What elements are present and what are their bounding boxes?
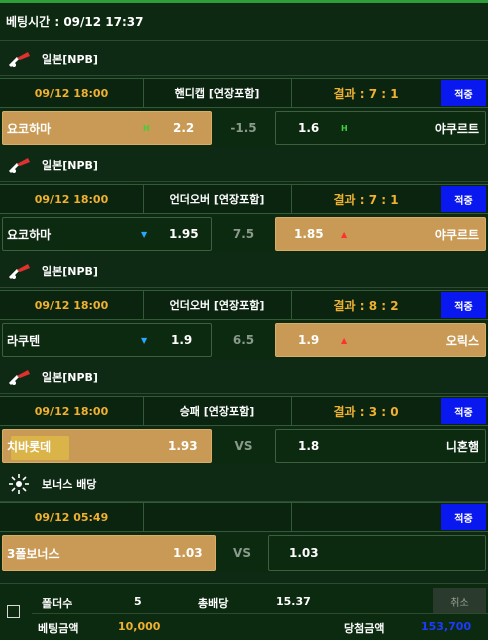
under-arrow-icon: ▼ xyxy=(141,229,148,239)
home-team: 요코하마 xyxy=(7,121,52,136)
total-line-value: 6.5 xyxy=(232,333,255,347)
league-name: 일본[NPB] xyxy=(42,370,98,384)
match-result: 결과 : 7 : 1 xyxy=(333,192,399,207)
league-name: 일본[NPB] xyxy=(42,264,98,278)
total-odds-value: 15.37 xyxy=(276,595,311,608)
hit-badge: 적중 xyxy=(441,80,486,106)
odds-row: 요코하마 H 2.2 -1.5 1.6 H 야쿠르트 xyxy=(0,109,488,147)
hit-badge: 적중 xyxy=(441,504,486,530)
japan-baseball-icon xyxy=(8,260,32,282)
bet-amount-value: 10,000 xyxy=(118,620,161,633)
japan-baseball-icon xyxy=(8,366,32,388)
away-team: 오릭스 xyxy=(445,333,479,348)
league-header: 일본[NPB] xyxy=(0,42,488,76)
vs-label: VS xyxy=(233,546,251,560)
league-name: 일본[NPB] xyxy=(42,52,98,66)
bonus-info-row: 09/12 05:49 적중 xyxy=(0,502,488,532)
bonus-right-button[interactable]: 1.03 xyxy=(268,535,486,571)
match-date: 09/12 18:00 xyxy=(34,298,109,312)
match-result: 결과 : 7 : 1 xyxy=(333,86,399,101)
total-line-value: 7.5 xyxy=(232,227,255,241)
bonus-date: 09/12 05:49 xyxy=(34,510,109,524)
bet-summary-footer: 폴더수 5 총배당 15.37 취소 베팅금액 10,000 당첨금액 153,… xyxy=(0,583,488,640)
match-date: 09/12 18:00 xyxy=(34,192,109,206)
bonus-header: 보너스 배당 xyxy=(0,466,488,502)
under-odds: 1.9 xyxy=(171,333,193,347)
away-odds: 1.6 xyxy=(298,121,320,135)
away-odds: 1.8 xyxy=(298,439,320,453)
home-odds: 2.2 xyxy=(173,121,195,135)
hit-badge: 적중 xyxy=(441,292,486,318)
over-odds-button[interactable]: 1.9 ▲ 오릭스 xyxy=(275,323,486,357)
handicap-icon: H xyxy=(341,123,348,133)
home-win-button[interactable]: 치바롯데 1.93 xyxy=(2,429,212,463)
select-checkbox[interactable] xyxy=(7,605,20,618)
win-amount-value: 153,700 xyxy=(421,620,472,633)
home-team: 라쿠텐 xyxy=(7,333,41,348)
folder-count-value: 5 xyxy=(134,595,142,608)
market-type: 승패 [연장포함] xyxy=(179,405,255,418)
away-team: 니혼햄 xyxy=(445,439,479,454)
bonus-odds-button[interactable]: 3폴보너스 1.03 xyxy=(2,535,216,571)
vs-label: VS xyxy=(234,439,253,453)
bonus-odds: 1.03 xyxy=(173,546,203,560)
under-odds: 1.95 xyxy=(169,227,199,241)
market-type: 핸디캡 [연장포함] xyxy=(174,87,260,100)
bonus-title: 보너스 배당 xyxy=(42,477,97,491)
japan-baseball-icon xyxy=(8,48,32,70)
odds-row: 요코하마 ▼ 1.95 7.5 1.85 ▲ 야쿠르트 xyxy=(0,215,488,253)
total-odds-label: 총배당 xyxy=(198,597,229,610)
bet-info-row: 09/12 18:00 언더오버 [연장포함] 결과 : 7 : 1 적중 xyxy=(0,184,488,214)
bet-info-row: 09/12 18:00 핸디캡 [연장포함] 결과 : 7 : 1 적중 xyxy=(0,78,488,108)
over-arrow-icon: ▲ xyxy=(341,335,348,345)
over-odds: 1.9 xyxy=(298,333,320,347)
bet-amount-label: 베팅금액 xyxy=(38,622,79,635)
league-header: 일본[NPB] xyxy=(0,360,488,394)
folder-count-label: 폴더수 xyxy=(42,597,73,610)
japan-baseball-icon xyxy=(8,154,32,176)
match-date: 09/12 18:00 xyxy=(34,86,109,100)
bet-info-row: 09/12 18:00 언더오버 [연장포함] 결과 : 8 : 2 적중 xyxy=(0,290,488,320)
away-team: 야쿠르트 xyxy=(434,121,479,136)
under-odds-button[interactable]: 요코하마 ▼ 1.95 xyxy=(2,217,212,251)
over-arrow-icon: ▲ xyxy=(341,229,348,239)
match-result: 결과 : 3 : 0 xyxy=(333,404,399,419)
home-team: 치바롯데 xyxy=(7,439,52,454)
bonus-odds-row: 3폴보너스 1.03 VS 1.03 xyxy=(0,533,488,573)
home-team: 요코하마 xyxy=(7,227,52,242)
match-result: 결과 : 8 : 2 xyxy=(333,298,399,313)
bonus-name: 3폴보너스 xyxy=(7,546,60,561)
cancel-button[interactable]: 취소 xyxy=(433,588,486,614)
bonus-right-odds: 1.03 xyxy=(289,546,319,560)
odds-row: 라쿠텐 ▼ 1.9 6.5 1.9 ▲ 오릭스 xyxy=(0,321,488,359)
handicap-icon: H xyxy=(143,123,150,133)
away-win-button[interactable]: 1.8 니혼햄 xyxy=(275,429,486,463)
league-header: 일본[NPB] xyxy=(0,148,488,182)
hit-badge: 적중 xyxy=(441,398,486,424)
hit-badge: 적중 xyxy=(441,186,486,212)
market-type: 언더오버 [연장포함] xyxy=(169,299,265,312)
home-odds-button[interactable]: 요코하마 H 2.2 xyxy=(2,111,212,145)
away-odds-button[interactable]: 1.6 H 야쿠르트 xyxy=(275,111,486,145)
home-odds: 1.93 xyxy=(168,439,198,453)
under-arrow-icon: ▼ xyxy=(141,335,148,345)
away-team: 야쿠르트 xyxy=(434,227,479,242)
over-odds: 1.85 xyxy=(294,227,324,241)
league-name: 일본[NPB] xyxy=(42,158,98,172)
market-type: 언더오버 [연장포함] xyxy=(169,193,265,206)
league-header: 일본[NPB] xyxy=(0,254,488,288)
bet-time-title: 베팅시간 : 09/12 17:37 xyxy=(6,15,144,29)
odds-row: 치바롯데 1.93 VS 1.8 니혼햄 xyxy=(0,427,488,465)
match-date: 09/12 18:00 xyxy=(34,404,109,418)
bet-time-header: 베팅시간 : 09/12 17:37 xyxy=(0,3,488,41)
bonus-sparkle-icon xyxy=(8,473,32,495)
bet-info-row: 09/12 18:00 승패 [연장포함] 결과 : 3 : 0 적중 xyxy=(0,396,488,426)
over-odds-button[interactable]: 1.85 ▲ 야쿠르트 xyxy=(275,217,486,251)
win-amount-label: 당첨금액 xyxy=(344,622,385,635)
under-odds-button[interactable]: 라쿠텐 ▼ 1.9 xyxy=(2,323,212,357)
handicap-value: -1.5 xyxy=(230,121,257,135)
